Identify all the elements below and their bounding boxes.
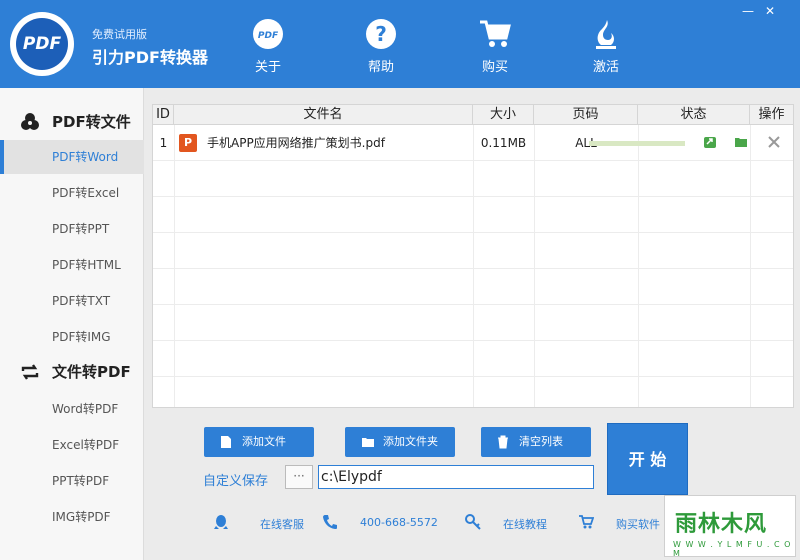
- sidebar-item-pdf-to-word[interactable]: PDF转Word: [0, 140, 144, 174]
- online-service-link[interactable]: 在线客服: [260, 516, 304, 532]
- nav-help[interactable]: ? 帮助: [351, 18, 411, 80]
- close-window-button[interactable]: ✕: [762, 3, 778, 19]
- svg-text:?: ?: [375, 22, 387, 46]
- start-button[interactable]: 开 始: [607, 423, 688, 495]
- watermark-url: W W W . Y L M F U . C O M: [673, 540, 792, 558]
- sidebar-group-pdf-to-file: PDF转文件: [0, 104, 144, 140]
- table-row-empty: [153, 161, 793, 197]
- table-row-empty: [153, 305, 793, 341]
- sidebar-item-img-to-pdf[interactable]: IMG转PDF: [0, 500, 144, 534]
- cart-icon: [480, 20, 511, 47]
- sidebar-group-file-to-pdf: 文件转PDF: [0, 354, 144, 390]
- nav-help-label: 帮助: [367, 60, 394, 75]
- table-row-empty: [153, 197, 793, 233]
- status-progress-bar: [589, 141, 685, 146]
- save-path-input[interactable]: [318, 465, 594, 489]
- app-subtitle: 免费试用版: [92, 28, 147, 41]
- sidebar-item-pdf-to-txt[interactable]: PDF转TXT: [0, 284, 144, 318]
- column-header-size: 大小: [473, 105, 534, 125]
- sidebar-item-pdf-to-ppt[interactable]: PDF转PPT: [0, 212, 144, 246]
- column-header-id: ID: [153, 105, 174, 125]
- table-row-empty: [153, 341, 793, 377]
- row-filename: 手机APP应用网络推广策划书.pdf: [207, 136, 385, 150]
- table-row-empty: [153, 269, 793, 305]
- sidebar-item-pdf-to-img[interactable]: PDF转IMG: [0, 320, 144, 354]
- sidebar-item-pdf-to-excel[interactable]: PDF转Excel: [0, 176, 144, 210]
- add-file-button[interactable]: 添加文件: [204, 427, 314, 457]
- nav-about-label: 关于: [254, 60, 281, 75]
- add-folder-button[interactable]: 添加文件夹: [345, 427, 455, 457]
- column-header-status: 状态: [638, 105, 750, 125]
- online-tutorial-link[interactable]: 在线教程: [503, 516, 547, 532]
- nav-buy[interactable]: 购买: [465, 18, 525, 80]
- sidebar: PDF转文件 PDF转Word PDF转Excel PDF转PPT PDF转HT…: [0, 88, 144, 560]
- logo-text: PDF: [16, 18, 68, 70]
- add-folder-label: 添加文件夹: [383, 435, 438, 448]
- nav-buy-label: 购买: [481, 60, 508, 75]
- sidebar-group-title: PDF转文件: [52, 113, 131, 131]
- row-size: 0.11MB: [480, 136, 527, 150]
- table-row-empty: [153, 377, 793, 407]
- app-logo: PDF: [10, 12, 74, 76]
- watermark-main-text: 雨林木风: [675, 512, 768, 537]
- browse-button[interactable]: ···: [285, 465, 313, 489]
- qq-icon: [214, 515, 228, 529]
- sidebar-item-pdf-to-html[interactable]: PDF转HTML: [0, 248, 144, 282]
- buy-software-link[interactable]: 购买软件: [616, 516, 660, 532]
- delete-icon[interactable]: [767, 135, 781, 149]
- add-file-label: 添加文件: [242, 435, 286, 448]
- column-header-actions: 操作: [758, 107, 785, 122]
- sidebar-item-excel-to-pdf[interactable]: Excel转PDF: [0, 428, 144, 462]
- clear-list-label: 清空列表: [519, 435, 563, 448]
- file-icon: [221, 436, 231, 448]
- question-icon: ?: [366, 19, 396, 49]
- phone-number: 400-668-5572: [360, 516, 438, 529]
- convert-group-icon: [21, 113, 39, 130]
- key-icon: [465, 514, 481, 530]
- pdf-logo-icon: PDF: [253, 19, 283, 49]
- title-bar: PDF 免费试用版 引力PDF转换器 PDF 关于 ? 帮助 购买 激活 — ✕: [0, 0, 800, 88]
- nav-activate-label: 激活: [592, 60, 619, 75]
- nav-activate[interactable]: 激活: [576, 18, 636, 80]
- refresh-icon: [21, 364, 39, 380]
- column-header-pages: 页码: [534, 105, 638, 125]
- table-row[interactable]: 1 P 手机APP应用网络推广策划书.pdf 0.11MB ALL: [153, 125, 793, 161]
- row-id: 1: [159, 136, 168, 150]
- clear-list-button[interactable]: 清空列表: [481, 427, 591, 457]
- flame-icon: [596, 20, 616, 49]
- minimize-button[interactable]: —: [740, 3, 756, 19]
- phone-icon: [323, 515, 337, 529]
- folder-icon[interactable]: [734, 135, 748, 149]
- app-title: 引力PDF转换器: [92, 48, 208, 67]
- column-header-filename: 文件名: [174, 105, 473, 125]
- trash-icon: [498, 435, 508, 449]
- sidebar-group-title: 文件转PDF: [52, 363, 131, 381]
- sidebar-item-ppt-to-pdf[interactable]: PPT转PDF: [0, 464, 144, 498]
- file-table: ID 文件名 大小 页码 状态 操作 1 P 手机APP应用网络推广策划书.pd…: [152, 104, 794, 408]
- export-icon[interactable]: [703, 135, 717, 149]
- nav-about[interactable]: PDF 关于: [238, 18, 298, 80]
- custom-save-link[interactable]: 自定义保存: [203, 470, 268, 489]
- svg-text:PDF: PDF: [258, 31, 279, 41]
- ppt-file-icon: P: [179, 134, 197, 152]
- cart-small-icon: [579, 515, 594, 529]
- table-row-empty: [153, 233, 793, 269]
- folder-open-icon: [362, 438, 374, 447]
- table-header: ID 文件名 大小 页码 状态 操作: [153, 105, 793, 125]
- sidebar-item-word-to-pdf[interactable]: Word转PDF: [0, 392, 144, 426]
- watermark-logo: 雨林木风 W W W . Y L M F U . C O M: [664, 495, 796, 558]
